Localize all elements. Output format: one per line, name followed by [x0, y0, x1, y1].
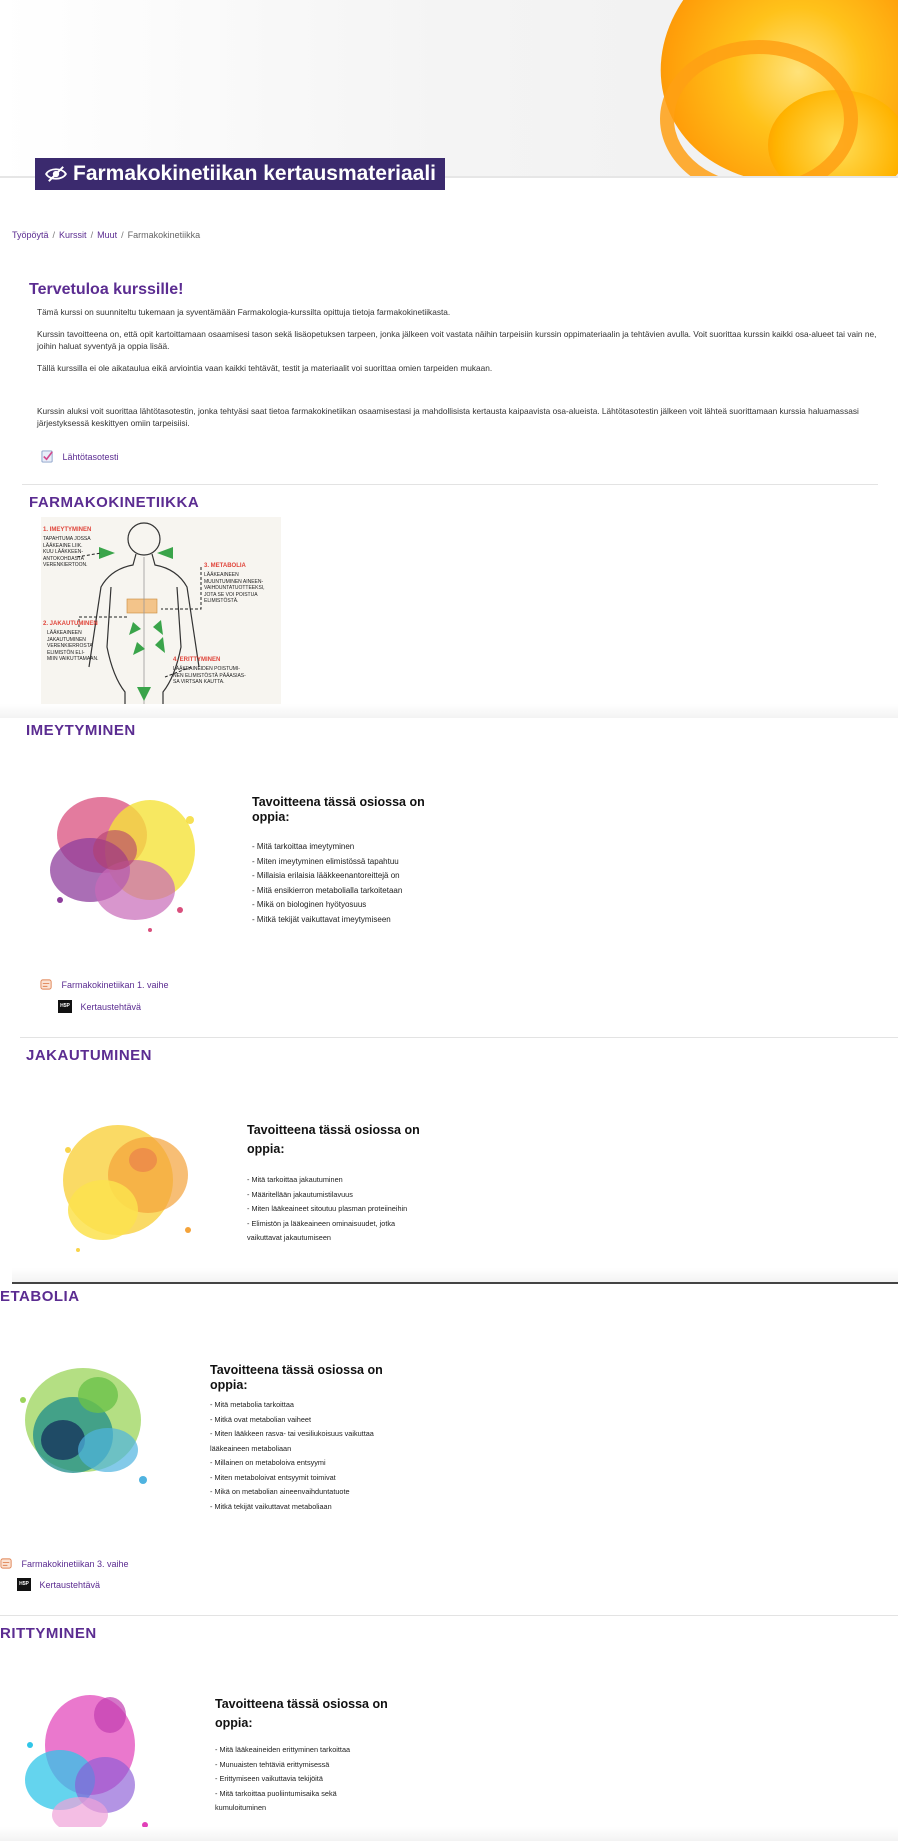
- lesson-icon: [40, 979, 52, 990]
- welcome-paragraph-3: Tällä kurssilla ei ole aikataulua eikä a…: [37, 363, 493, 373]
- list-item: - Mitä tarkoittaa jakautuminen: [247, 1175, 343, 1184]
- list-item: - Mitä lääkeaineiden erittyminen tarkoit…: [215, 1745, 351, 1754]
- breadcrumb-item-courses[interactable]: Kurssit: [59, 230, 87, 240]
- list-item: - Elimistön ja lääkeaineen ominaisuudet,…: [247, 1218, 396, 1228]
- list-item: - Erittymiseen vaikuttavia tekijöitä: [215, 1774, 323, 1783]
- watercolor-splash: [63, 1125, 191, 1252]
- lesson-activity-3[interactable]: Farmakokinetiikan 3. vaihe: [0, 1555, 129, 1573]
- course-title: Farmakokinetiikan kertausmateriaali: [73, 162, 437, 185]
- section-title-jakautuminen: JAKAUTUMINEN: [26, 1047, 152, 1064]
- objectives-title: Tavoitteena tässä osiossa on oppia:: [215, 1697, 388, 1730]
- section-divider: [22, 484, 878, 485]
- section-fade: [0, 704, 898, 718]
- watercolor-splash: [50, 797, 195, 932]
- h5p-activity-3[interactable]: H5P Kertaustehtävä: [17, 1576, 100, 1594]
- watercolor-image-yellow: [48, 1100, 208, 1270]
- diagram-label-1: 1. IMEYTYMINEN: [43, 527, 92, 533]
- diagram-label-2: 2. JAKAUTUMINEN: [43, 621, 98, 627]
- watercolor-splash: [25, 1695, 148, 1833]
- list-item: - Miten lääkeaineet sitoutuu plasman pro…: [247, 1204, 408, 1213]
- watercolor-image-green: [8, 1340, 158, 1510]
- lesson-activity-1[interactable]: Farmakokinetiikan 1. vaihe: [40, 976, 169, 994]
- watercolor-image-magenta: [10, 1675, 160, 1841]
- list-item: vaikuttavat jakautumiseen: [247, 1233, 331, 1242]
- eye-slash-icon: [45, 166, 67, 182]
- list-item: - Mitä ensikierron metabolialla tarkoite…: [252, 885, 403, 895]
- list-item: - Mitä tarkoittaa puoliintumisaika sekä: [215, 1788, 337, 1798]
- section-divider: [0, 1615, 898, 1616]
- lesson-link-1[interactable]: Farmakokinetiikan 1. vaihe: [61, 980, 168, 990]
- objectives-title: Tavoitteena tässä osiossa on oppia:: [252, 795, 425, 824]
- watercolor-image-pink: [40, 760, 210, 950]
- breadcrumb-separator: /: [121, 230, 124, 240]
- diagram-text-1: TAPAHTUMA JOSSA LÄÄKEAINE LIIK. KUU LÄÄKKE…: [43, 536, 91, 568]
- list-item: - Miten lääkkeen rasva- tai vesiliukoisu…: [210, 1429, 374, 1438]
- objectives-list: - Mitä tarkoittaa imeytyminen - Miten im…: [252, 840, 502, 927]
- breadcrumb-item-other[interactable]: Muut: [97, 230, 117, 240]
- list-item: - Mitä metabolia tarkoittaa: [210, 1400, 294, 1409]
- welcome-paragraph-1: Tämä kurssi on suunniteltu tukemaan ja s…: [37, 307, 451, 317]
- watercolor-splash: [20, 1368, 147, 1484]
- pharmacokinetics-diagram: 1. IMEYTYMINEN TAPAHTUMA JOSSA LÄÄKEAINE …: [41, 517, 281, 717]
- list-item: - Mikä on biologinen hyötyosuus: [252, 900, 367, 909]
- welcome-title: Tervetuloa kurssille!: [29, 281, 184, 298]
- objectives-list: - Mitä metabolia tarkoittaa - Mitkä ovat…: [210, 1398, 460, 1514]
- list-item: kumuloituminen: [215, 1803, 267, 1812]
- quiz-icon: [41, 450, 53, 463]
- list-item: - Millainen on metaboloiva entsyymi: [210, 1458, 326, 1467]
- list-item: - Millaisia erilaisia lääkkeenantoreitte…: [252, 871, 400, 880]
- h5p-link-1[interactable]: Kertaustehtävä: [80, 1002, 141, 1012]
- objectives-title: Tavoitteena tässä osiossa on oppia:: [210, 1363, 383, 1392]
- list-item: - Mikä on metabolian aineenvaihduntatuot…: [210, 1487, 350, 1496]
- list-item: - Mitkä tekijät vaikuttavat metaboliaan: [210, 1501, 332, 1511]
- section-divider: [20, 1037, 898, 1038]
- quiz-activity[interactable]: Lähtötasotesti: [41, 448, 119, 466]
- list-item: - Mitkä ovat metabolian vaiheet: [210, 1414, 311, 1424]
- section-fade: [0, 1827, 898, 1841]
- objectives-title: Tavoitteena tässä osiossa on oppia:: [247, 1123, 420, 1156]
- diagram-label-3: 3. METABOLIA: [204, 563, 246, 569]
- h5p-activity-1[interactable]: H5P Kertaustehtävä: [58, 998, 141, 1016]
- diagram-text-4: LÄÄKEAINEIDEN POISTUMI- NEN ELIMISTÖSTÄ P…: [173, 666, 246, 685]
- diagram-text-2: LÄÄKEAINEEN JAKAUTUMINEN VERENKIERROSTA ELI…: [47, 630, 99, 662]
- section-title-erittyminen: RITTYMINEN: [0, 1625, 97, 1642]
- diagram-text-3: LÄÄKEAINEEN MUUNTUMINEN AINEEN- VAIHDUNTAT…: [204, 572, 265, 604]
- list-item: - Miten metaboloivat entsyymit toimivat: [210, 1472, 336, 1482]
- list-item: - Munuaisten tehtäviä erittymisessä: [215, 1759, 330, 1769]
- lesson-icon: [0, 1558, 12, 1569]
- section-title-imeytyminen: IMEYTYMINEN: [26, 722, 136, 739]
- list-item: - Mitkä tekijät vaikuttavat imeytymiseen: [252, 914, 391, 924]
- list-item: - Miten imeytyminen elimistössä tapahtuu: [252, 856, 399, 866]
- welcome-paragraph-2: Kurssin tavoitteena on, että opit kartoi…: [37, 329, 877, 351]
- list-item: lääkeaineen metaboliaan: [210, 1443, 292, 1453]
- breadcrumb: Työpöytä / Kurssit / Muut / Farmakokinetiikka: [12, 230, 200, 240]
- breadcrumb-item-dashboard[interactable]: Työpöytä: [12, 230, 49, 240]
- lesson-link-3[interactable]: Farmakokinetiikan 3. vaihe: [21, 1559, 128, 1569]
- welcome-paragraph-4: Kurssin aluksi voit suorittaa lähtötasot…: [37, 406, 859, 428]
- objectives-list: - Mitä tarkoittaa jakautuminen - Määrite…: [247, 1173, 497, 1246]
- breadcrumb-separator: /: [52, 230, 56, 240]
- breadcrumb-current: Farmakokinetiikka: [127, 230, 201, 240]
- h5p-link-3[interactable]: Kertaustehtävä: [39, 1580, 100, 1590]
- section-divider-dark: [12, 1282, 898, 1284]
- section-title-farmakokinetiikka: FARMAKOKINETIIKKA: [29, 494, 200, 511]
- course-title-box: Farmakokinetiikan kertausmateriaali: [35, 158, 445, 190]
- section-title-metabolia: ETABOLIA: [0, 1288, 80, 1305]
- breadcrumb-separator: /: [90, 230, 94, 240]
- h5p-icon: H5P: [17, 1578, 31, 1592]
- list-item: - Mitä tarkoittaa imeytyminen: [252, 842, 355, 851]
- course-banner: [0, 0, 898, 178]
- diagram-label-4: 4. ERITTYMINEN: [173, 657, 221, 663]
- list-item: - Määritellään jakautumistilavuus: [247, 1189, 353, 1199]
- objectives-list: - Mitä lääkeaineiden erittyminen tarkoit…: [215, 1743, 465, 1816]
- h5p-icon: H5P: [58, 1000, 72, 1014]
- section-fade: [12, 1268, 898, 1282]
- quiz-link[interactable]: Lähtötasotesti: [62, 452, 118, 462]
